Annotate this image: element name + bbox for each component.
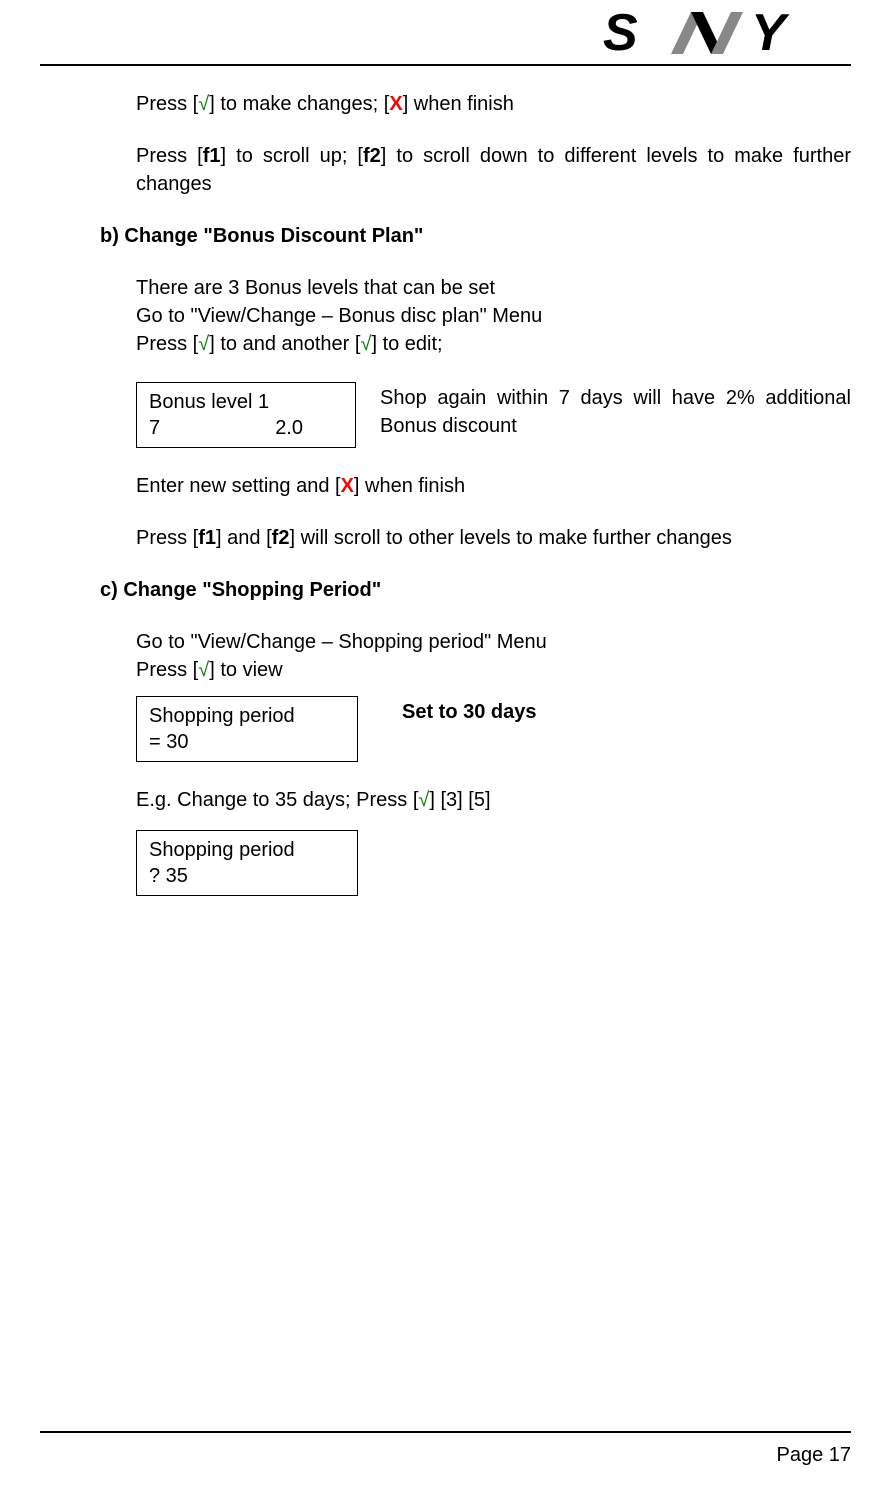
svg-text:S: S [603,6,638,60]
text: ] will scroll to other levels to make fu… [289,527,731,549]
text: Press [ [136,527,198,549]
bonus-display-row: Bonus level 1 7 2.0 Shop again within 7 … [136,382,851,448]
text: Press [ [136,659,198,681]
page-number: Page 17 [776,1444,851,1466]
lcd-line-1: Bonus level 1 [149,389,343,415]
check-symbol: √ [418,789,429,811]
page-footer: Page 17 [40,1431,851,1469]
check-symbol: √ [198,659,209,681]
text: Go to "View/Change – Bonus disc plan" Me… [136,302,851,330]
shopping-display-row-2: Shopping period ? 35 [136,830,851,896]
text: ] to and another [ [209,333,360,355]
section-b-heading: b) Change "Bonus Discount Plan" [100,222,851,250]
text: Go to "View/Change – Shopping period" Me… [136,628,851,656]
text: Press [√] to view [136,656,851,684]
text: ] to make changes; [ [209,93,389,115]
key-f1: f1 [203,145,221,167]
text: ] and [ [216,527,272,549]
svg-text:Y: Y [751,6,790,60]
text: There are 3 Bonus levels that can be set [136,274,851,302]
text: Press [√] to and another [√] to edit; [136,330,851,358]
section-b-line4: Enter new setting and [X] when finish [136,472,851,500]
text: Press [ [136,93,198,115]
instruction-line-2: Press [f1] to scroll up; [f2] to scroll … [136,142,851,198]
lcd-display-shopping-2: Shopping period ? 35 [136,830,358,896]
section-b-line5: Press [f1] and [f2] will scroll to other… [136,524,851,552]
instruction-line-1: Press [√] to make changes; [X] when fini… [136,90,851,118]
lcd-line-1: Shopping period [149,703,345,729]
key-f2: f2 [272,527,290,549]
lcd-display-bonus: Bonus level 1 7 2.0 [136,382,356,448]
text: ] to edit; [371,333,442,355]
text: Press [ [136,145,203,167]
lcd-display-shopping-1: Shopping period = 30 [136,696,358,762]
lcd-value-right: 2.0 [275,415,303,441]
section-b-intro: There are 3 Bonus levels that can be set… [136,274,851,358]
section-c-heading: c) Change "Shopping Period" [100,576,851,604]
x-symbol: X [341,475,354,497]
brand-logo: S Y [603,6,851,68]
lcd-line-2: 7 2.0 [149,415,343,441]
check-symbol: √ [198,93,209,115]
text: ] when finish [403,93,514,115]
page-header: S Y [40,0,851,66]
text: E.g. Change to 35 days; Press [ [136,789,418,811]
lcd-line-1: Shopping period [149,837,345,863]
check-symbol: √ [198,333,209,355]
section-c-intro: Go to "View/Change – Shopping period" Me… [136,628,851,684]
lcd-line-2: ? 35 [149,863,345,889]
x-symbol: X [389,93,402,115]
text: ] to scroll up; [ [221,145,363,167]
lcd-value-left: 7 [149,415,160,441]
text: ] to view [209,659,282,681]
key-f2: f2 [363,145,381,167]
shopping-display-row-1: Shopping period = 30 Set to 30 days [136,696,851,762]
text: ] when finish [354,475,465,497]
bonus-description: Shop again within 7 days will have 2% ad… [380,382,851,440]
page-content: Press [√] to make changes; [X] when fini… [0,66,891,896]
check-symbol: √ [360,333,371,355]
text: Enter new setting and [ [136,475,341,497]
text: Press [ [136,333,198,355]
shopping-description: Set to 30 days [382,696,851,726]
section-c-line3: E.g. Change to 35 days; Press [√] [3] [5… [136,786,851,814]
lcd-line-2: = 30 [149,729,345,755]
text: ] [3] [5] [429,789,490,811]
key-f1: f1 [198,527,216,549]
